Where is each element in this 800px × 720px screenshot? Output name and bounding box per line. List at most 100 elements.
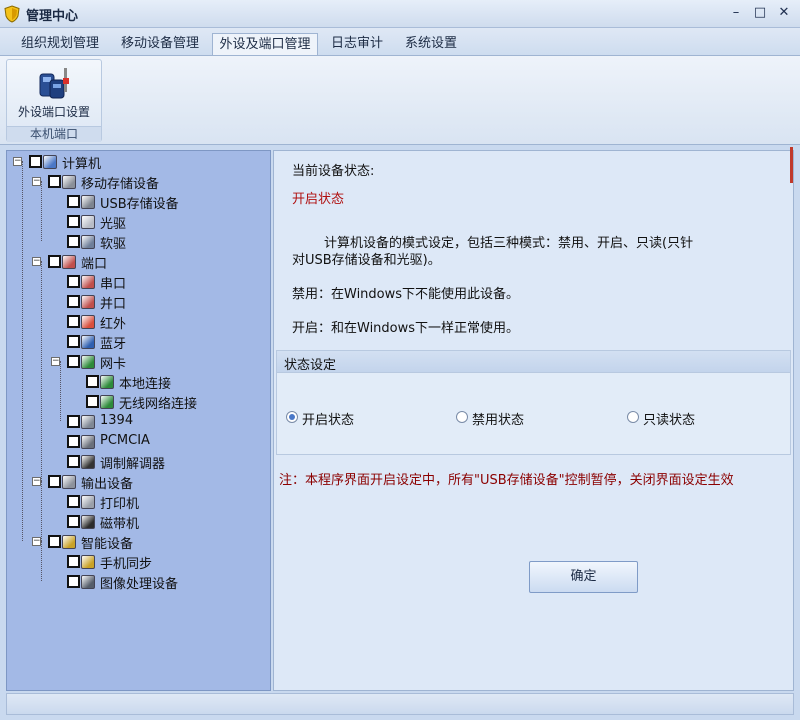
tree-checkbox[interactable]: [67, 315, 80, 328]
ribbon-group-local-ports: 外设端口设置 本机端口: [6, 59, 102, 142]
tree-item-pcmcia[interactable]: PCMCIA: [7, 432, 267, 452]
usb-icon: [81, 195, 95, 209]
tab-peripherals-ports[interactable]: 外设及端口管理: [212, 33, 318, 56]
tree-item-serial-port[interactable]: 串口: [7, 272, 267, 292]
tree-item-label: 串口: [100, 277, 127, 292]
tree-item-label: 1394: [100, 413, 134, 428]
enable-mode-note: 开启：和在Windows下一样正常使用。: [292, 321, 520, 336]
tree-item-computer[interactable]: − 计算机: [7, 152, 267, 172]
tree-item-network-card[interactable]: − 网卡: [7, 352, 267, 372]
radio-disable-label: 禁用状态: [472, 413, 525, 428]
tree-checkbox[interactable]: [67, 355, 80, 368]
tree-item-storage[interactable]: − 移动存储设备: [7, 172, 267, 192]
tree-checkbox[interactable]: [67, 515, 80, 528]
ribbon-group-label: 本机端口: [7, 126, 101, 142]
port-settings-button[interactable]: 外设端口设置: [10, 62, 98, 124]
radio-enable-indicator[interactable]: [286, 411, 298, 423]
tree-checkbox[interactable]: [67, 295, 80, 308]
tab-organization[interactable]: 组织规划管理: [12, 33, 108, 56]
close-button[interactable]: ✕: [774, 4, 794, 22]
tree-checkbox[interactable]: [67, 455, 80, 468]
tree-item-label: 端口: [81, 257, 108, 272]
tree-expander[interactable]: −: [51, 357, 60, 366]
printer-icon: [81, 495, 95, 509]
tree-item-label: 移动存储设备: [81, 177, 160, 192]
confirm-button[interactable]: 确定: [529, 561, 638, 593]
tree-item-port[interactable]: − 端口: [7, 252, 267, 272]
tree-item-firewire[interactable]: 1394: [7, 412, 267, 432]
pcmcia-icon: [81, 435, 95, 449]
tree-expander[interactable]: −: [32, 537, 41, 546]
tree-item-tape-drive[interactable]: 磁带机: [7, 512, 267, 532]
tree-item-parallel-port[interactable]: 并口: [7, 292, 267, 312]
maximize-button[interactable]: □: [750, 4, 770, 22]
tab-log-audit[interactable]: 日志审计: [322, 33, 392, 56]
tree-item-label: 并口: [100, 297, 127, 312]
tree-item-label: 蓝牙: [100, 337, 127, 352]
imaging-device-icon: [81, 575, 95, 589]
scrollbar[interactable]: [790, 147, 793, 183]
cdrom-icon: [81, 215, 95, 229]
tree-checkbox[interactable]: [67, 415, 80, 428]
radio-enable[interactable]: 开启状态: [286, 408, 386, 428]
tree-checkbox[interactable]: [67, 575, 80, 588]
status-bar: [6, 693, 794, 715]
tree-checkbox[interactable]: [67, 275, 80, 288]
tree-checkbox[interactable]: [48, 475, 61, 488]
tree-expander[interactable]: −: [32, 257, 41, 266]
tree-item-smart-device[interactable]: − 智能设备: [7, 532, 267, 552]
tree-checkbox[interactable]: [48, 175, 61, 188]
tree-item-label: 打印机: [100, 497, 140, 512]
tree-checkbox[interactable]: [67, 235, 80, 248]
tree-checkbox[interactable]: [67, 495, 80, 508]
tree-item-usb[interactable]: USB存储设备: [7, 192, 267, 212]
tree-expander[interactable]: −: [13, 157, 22, 166]
tree-item-infrared[interactable]: 红外: [7, 312, 267, 332]
radio-readonly-label: 只读状态: [643, 413, 696, 428]
tree-checkbox[interactable]: [48, 255, 61, 268]
tree-item-modem[interactable]: 调制解调器: [7, 452, 267, 472]
radio-readonly-indicator[interactable]: [627, 411, 639, 423]
tree-checkbox[interactable]: [67, 555, 80, 568]
tree-checkbox[interactable]: [29, 155, 42, 168]
tree-item-floppy[interactable]: 软驱: [7, 232, 267, 252]
tree-checkbox[interactable]: [67, 195, 80, 208]
tree-item-phone-sync[interactable]: 手机同步: [7, 552, 267, 572]
tree-checkbox[interactable]: [67, 215, 80, 228]
tree-checkbox[interactable]: [86, 375, 99, 388]
minimize-button[interactable]: –: [726, 4, 746, 22]
bluetooth-icon: [81, 335, 95, 349]
tree-item-local-connection[interactable]: 本地连接: [7, 372, 267, 392]
tree-item-label: 本地连接: [119, 377, 172, 392]
tab-mobile-devices[interactable]: 移动设备管理: [112, 33, 208, 56]
radio-readonly[interactable]: 只读状态: [627, 408, 727, 428]
tree-item-label: 调制解调器: [100, 457, 166, 472]
tree-item-wireless-connection[interactable]: 无线网络连接: [7, 392, 267, 412]
tree-checkbox[interactable]: [67, 335, 80, 348]
tree-item-printer[interactable]: 打印机: [7, 492, 267, 512]
port-icon: [62, 255, 76, 269]
tree-item-imaging-device[interactable]: 图像处理设备: [7, 572, 267, 592]
wireless-connection-icon: [100, 395, 114, 409]
tree-item-output-device[interactable]: − 输出设备: [7, 472, 267, 492]
port-settings-icon: [39, 68, 69, 99]
tree-item-label: PCMCIA: [100, 433, 150, 448]
tree-checkbox[interactable]: [86, 395, 99, 408]
tab-system-settings[interactable]: 系统设置: [396, 33, 466, 56]
firewire-icon: [81, 415, 95, 429]
floppy-icon: [81, 235, 95, 249]
ribbon: 外设端口设置 本机端口: [0, 55, 800, 145]
radio-disable-indicator[interactable]: [456, 411, 468, 423]
tree-checkbox[interactable]: [67, 435, 80, 448]
tree-item-cdrom[interactable]: 光驱: [7, 212, 267, 232]
infrared-icon: [81, 315, 95, 329]
tree-item-label: 智能设备: [81, 537, 134, 552]
tree-item-label: 软驱: [100, 237, 127, 252]
tree-checkbox[interactable]: [48, 535, 61, 548]
radio-disable[interactable]: 禁用状态: [456, 408, 556, 428]
tree-item-bluetooth[interactable]: 蓝牙: [7, 332, 267, 352]
modem-icon: [81, 455, 95, 469]
tree-expander[interactable]: −: [32, 477, 41, 486]
device-tree[interactable]: − 计算机 − 移动存储设备 USB存储设备 光驱 软驱 − 端口 串口 并口 红外 蓝牙 − 网卡 本地连接…: [6, 150, 271, 691]
tree-expander[interactable]: −: [32, 177, 41, 186]
